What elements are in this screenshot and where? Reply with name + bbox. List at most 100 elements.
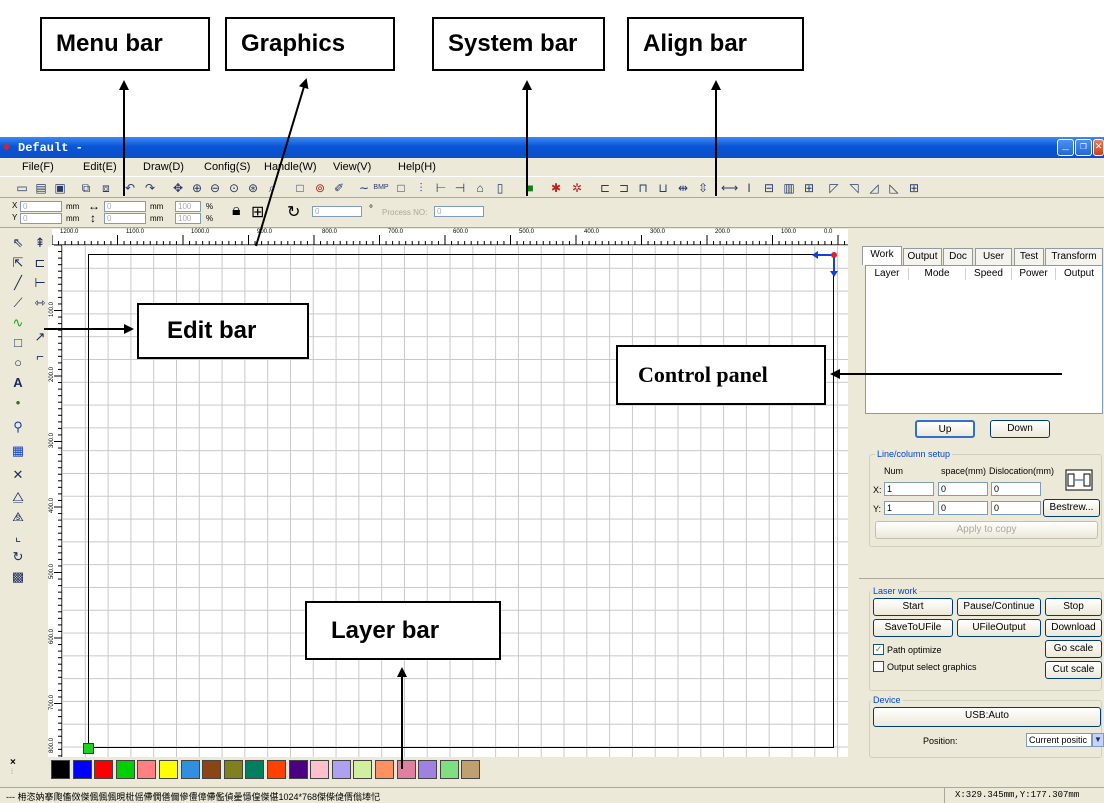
menu-view[interactable]: View(V): [333, 161, 371, 173]
zoom-out-icon[interactable]: ⊖: [207, 180, 223, 196]
down-button[interactable]: Down: [990, 420, 1050, 438]
path-optimize-checkbox[interactable]: ✓: [873, 644, 884, 655]
color-swatch[interactable]: [310, 760, 330, 779]
pause-continue-button[interactable]: Pause/Continue: [957, 598, 1041, 616]
color-swatch[interactable]: [51, 760, 70, 779]
distribute-v-icon[interactable]: ⊣: [452, 180, 468, 196]
width-field[interactable]: 0: [104, 201, 146, 212]
new-icon[interactable]: ▭: [14, 180, 30, 196]
tab-doc[interactable]: Doc: [943, 248, 973, 265]
color-swatch[interactable]: [159, 760, 178, 779]
color-swatch[interactable]: [353, 760, 373, 779]
chevron-down-icon[interactable]: ▼: [1092, 733, 1104, 747]
node-edit-icon[interactable]: ⇱: [10, 255, 26, 271]
close-icon[interactable]: ×: [10, 757, 16, 768]
align-icon[interactable]: ⌞: [10, 529, 26, 545]
restore-icon[interactable]: ❐: [1075, 139, 1092, 156]
download-button[interactable]: Download: [1045, 619, 1102, 637]
height-lock-icon[interactable]: ↕: [90, 211, 96, 225]
close-icon[interactable]: ✕: [1093, 139, 1104, 156]
export-icon[interactable]: ⧈: [98, 180, 114, 196]
laser-settings-icon[interactable]: ✱: [548, 180, 564, 196]
process-field[interactable]: 0: [434, 206, 484, 217]
align-right-icon[interactable]: ⊐: [616, 180, 632, 196]
same-width-icon[interactable]: ⟷: [721, 180, 738, 196]
color-swatch[interactable]: [180, 760, 200, 779]
free-line-icon[interactable]: ↗: [32, 329, 48, 345]
rotate-icon[interactable]: ↻: [10, 549, 26, 565]
menu-file[interactable]: File(F): [22, 161, 54, 173]
menu-handle[interactable]: Handle(W): [264, 161, 317, 173]
polyline-icon[interactable]: ⟋: [10, 295, 26, 311]
redo-icon[interactable]: ↷: [142, 180, 158, 196]
lock-icon[interactable]: 🔒︎: [232, 202, 241, 220]
y-position-field[interactable]: 0: [20, 213, 62, 224]
corner-tr-icon[interactable]: ◹: [846, 180, 862, 196]
tab-user[interactable]: User: [975, 248, 1012, 265]
y-dislocation-field[interactable]: 0: [991, 501, 1041, 515]
layer-table[interactable]: Layer Mode Speed Power Output: [865, 265, 1103, 414]
color-swatch[interactable]: [461, 760, 481, 779]
rotate-field[interactable]: 0: [312, 206, 362, 217]
color-swatch[interactable]: [115, 760, 135, 779]
undo-icon[interactable]: ↶: [122, 180, 138, 196]
rectangle-icon[interactable]: □: [292, 180, 308, 196]
same-size-icon[interactable]: ⊟: [761, 180, 777, 196]
go-scale-button[interactable]: Go scale: [1045, 640, 1102, 658]
apply-to-copy-button[interactable]: Apply to copy: [875, 521, 1098, 539]
space-h-icon[interactable]: ▥: [781, 180, 797, 196]
bitmap-icon[interactable]: ⚲: [10, 419, 26, 435]
ellipse-icon[interactable]: ⊚: [312, 180, 328, 196]
data-icon[interactable]: ▯: [492, 180, 508, 196]
mirror-h-icon[interactable]: ⧋: [10, 489, 26, 505]
simulate-icon[interactable]: ⌂: [472, 180, 488, 196]
color-swatch[interactable]: [202, 760, 222, 779]
zoom-page-icon[interactable]: ⊙: [226, 180, 242, 196]
bmp-icon[interactable]: BMP: [373, 180, 389, 196]
color-swatch[interactable]: [223, 760, 243, 779]
color-swatch[interactable]: [418, 760, 438, 779]
menu-edit[interactable]: Edit(E): [83, 161, 117, 173]
color-swatch[interactable]: [94, 760, 114, 779]
output-select-checkbox[interactable]: [873, 661, 884, 672]
menu-config[interactable]: Config(S): [204, 161, 250, 173]
v-distance-icon[interactable]: ⊏: [32, 255, 48, 271]
hook-icon[interactable]: ⌐: [32, 349, 48, 365]
line-icon[interactable]: ╱: [10, 275, 26, 291]
tab-output[interactable]: Output: [903, 248, 942, 265]
space-v-icon[interactable]: ⊞: [801, 180, 817, 196]
bestrew-button[interactable]: Bestrew...: [1043, 499, 1100, 517]
tab-transform[interactable]: Transform: [1045, 248, 1103, 265]
ellipse-draw-icon[interactable]: ○: [10, 355, 26, 371]
x-position-field[interactable]: 0: [20, 201, 62, 212]
x-num-field[interactable]: 1: [884, 482, 934, 496]
dot-icon[interactable]: •: [10, 395, 26, 411]
save-to-ufile-button[interactable]: SaveToUFile: [873, 619, 953, 637]
minimize-icon[interactable]: _: [1057, 139, 1074, 156]
center-icon[interactable]: ⊞: [906, 180, 922, 196]
group-icon[interactable]: ⫶: [413, 180, 429, 196]
corner-bl-icon[interactable]: ◺: [886, 180, 902, 196]
corner-br-icon[interactable]: ◿: [866, 180, 882, 196]
text-icon[interactable]: A: [10, 375, 26, 391]
stop-button[interactable]: Stop: [1045, 598, 1102, 616]
menu-draw[interactable]: Draw(D): [143, 161, 184, 173]
center-v-icon[interactable]: ⇳: [695, 180, 711, 196]
h-distance-icon[interactable]: ⊢: [32, 275, 48, 291]
output-icon[interactable]: ■: [522, 180, 538, 196]
curve-icon[interactable]: ∼: [356, 180, 372, 196]
distribute-h-icon[interactable]: ⊢: [433, 180, 449, 196]
align-bottom-icon[interactable]: ⊔: [655, 180, 671, 196]
up-button[interactable]: Up: [915, 420, 975, 438]
origin-icon[interactable]: ⇞: [32, 235, 48, 251]
curve-draw-icon[interactable]: ∿: [10, 315, 26, 331]
pointer-icon[interactable]: ✥: [170, 180, 186, 196]
import-icon[interactable]: ⧉: [78, 180, 94, 196]
usb-auto-button[interactable]: USB:Auto: [873, 707, 1101, 727]
color-swatch[interactable]: [396, 760, 416, 779]
center-h-icon[interactable]: ⇹: [675, 180, 691, 196]
layer-settings-icon[interactable]: ✲: [569, 180, 585, 196]
scale-x-field[interactable]: 100: [175, 201, 201, 212]
freehand-icon[interactable]: ✐: [331, 180, 347, 196]
ufile-output-button[interactable]: UFileOutput: [957, 619, 1041, 637]
